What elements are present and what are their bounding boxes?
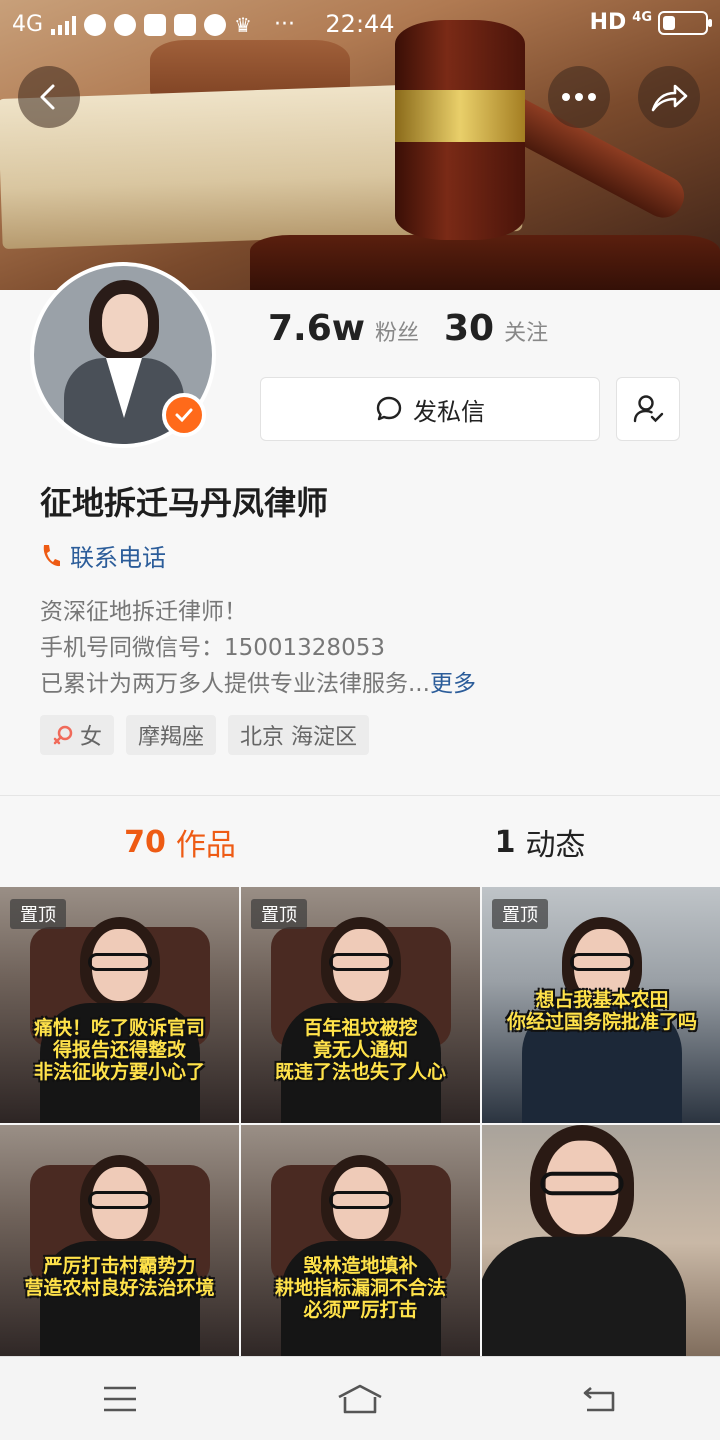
moments-count: 1 <box>494 824 516 860</box>
verified-badge-icon <box>162 393 206 437</box>
pinned-badge: 置顶 <box>492 899 548 929</box>
back-button[interactable] <box>18 66 80 128</box>
send-message-label: 发私信 <box>413 397 485 426</box>
zodiac-label: 摩羯座 <box>138 725 205 750</box>
following-stat[interactable]: 30 关注 <box>444 308 548 349</box>
profile-tags: 女 摩羯座 北京 海淀区 <box>40 715 370 755</box>
video-caption: 想占我基本农田 你经过国务院批准了吗 <box>506 989 697 1033</box>
tab-moments[interactable]: 1 动态 <box>360 800 720 884</box>
gender-tag: 女 <box>40 715 115 755</box>
moments-label: 动态 <box>525 828 586 863</box>
video-thumbnail[interactable]: 置顶 百年祖坟被挖 竟无人通知 既违了法也失了人心 <box>241 887 480 1123</box>
video-thumbnail[interactable]: 严厉打击村霸势力 营造农村良好法治环境 <box>0 1125 239 1361</box>
home-button[interactable] <box>330 1374 390 1424</box>
video-caption: 严厉打击村霸势力 营造农村良好法治环境 <box>24 1255 215 1299</box>
contact-phone-link[interactable]: 联系电话 <box>40 538 166 573</box>
bio-line: 手机号同微信号：15001328053 <box>40 635 385 661</box>
more-dots-icon <box>562 93 596 101</box>
bio-line: 已累计为两万多人提供专业法律服务... <box>40 671 430 697</box>
video-caption: 毁林造地填补 耕地指标漏洞不合法 必须严厉打击 <box>274 1255 446 1321</box>
video-thumbnail[interactable]: 毁林造地填补 耕地指标漏洞不合法 必须严厉打击 <box>241 1125 480 1361</box>
battery-icon <box>658 10 712 35</box>
following-label: 关注 <box>504 321 549 346</box>
fans-stat[interactable]: 7.6w 粉丝 <box>268 308 419 349</box>
works-count: 70 <box>124 824 166 860</box>
share-arrow-icon <box>651 84 688 112</box>
content-tabs: 70 作品 1 动态 <box>0 800 720 884</box>
profile-name: 征地拆迁马丹凤律师 <box>40 484 329 522</box>
more-button[interactable] <box>548 66 610 128</box>
fans-count: 7.6w <box>268 308 366 349</box>
video-grid: 置顶 痛快！吃了败诉官司 得报告还得整改 非法征收方要小心了 置顶 百年祖坟被挖 竟无… <box>0 887 720 1361</box>
chevron-left-icon <box>40 84 55 110</box>
video-caption: 痛快！吃了败诉官司 得报告还得整改 非法征收方要小心了 <box>33 1017 205 1083</box>
following-count: 30 <box>444 308 495 349</box>
back-nav-button[interactable] <box>570 1374 630 1424</box>
video-thumbnail[interactable]: 置顶 想占我基本农田 你经过国务院批准了吗 <box>482 887 720 1123</box>
phone-icon <box>43 544 60 566</box>
tab-works[interactable]: 70 作品 <box>0 800 360 884</box>
follow-button[interactable] <box>616 377 680 441</box>
chat-bubble-icon <box>376 396 402 421</box>
zodiac-tag: 摩羯座 <box>126 715 217 755</box>
pinned-badge: 置顶 <box>251 899 307 929</box>
contact-phone-label: 联系电话 <box>70 544 166 572</box>
video-thumbnail[interactable] <box>482 1125 720 1361</box>
menu-icon <box>104 1386 136 1411</box>
bio-more-link[interactable]: 更多 <box>430 671 476 697</box>
location-label: 北京 海淀区 <box>240 725 358 750</box>
pinned-badge: 置顶 <box>10 899 66 929</box>
hd-label: HD <box>589 10 627 35</box>
network-right-label: 4G <box>632 10 652 25</box>
user-check-icon <box>633 395 664 423</box>
back-icon <box>583 1386 615 1411</box>
fans-label: 粉丝 <box>375 321 420 346</box>
menu-button[interactable] <box>90 1374 150 1424</box>
system-nav-bar <box>0 1356 720 1440</box>
works-label: 作品 <box>175 828 236 863</box>
location-tag: 北京 海淀区 <box>228 715 370 755</box>
gender-label: 女 <box>80 725 103 750</box>
status-bar: 4G ♛ ··· 22:44 HD 4G <box>0 0 720 50</box>
home-icon <box>338 1384 382 1413</box>
female-icon <box>53 725 73 745</box>
video-caption: 百年祖坟被挖 竟无人通知 既违了法也失了人心 <box>274 1017 446 1083</box>
bio: 资深征地拆迁律师！ 手机号同微信号：15001328053 已累计为两万多人提供… <box>40 594 690 702</box>
video-thumbnail[interactable]: 置顶 痛快！吃了败诉官司 得报告还得整改 非法征收方要小心了 <box>0 887 239 1123</box>
share-button[interactable] <box>638 66 700 128</box>
bio-line: 资深征地拆迁律师！ <box>40 599 247 625</box>
divider <box>0 795 720 796</box>
send-message-button[interactable]: 发私信 <box>260 377 600 441</box>
